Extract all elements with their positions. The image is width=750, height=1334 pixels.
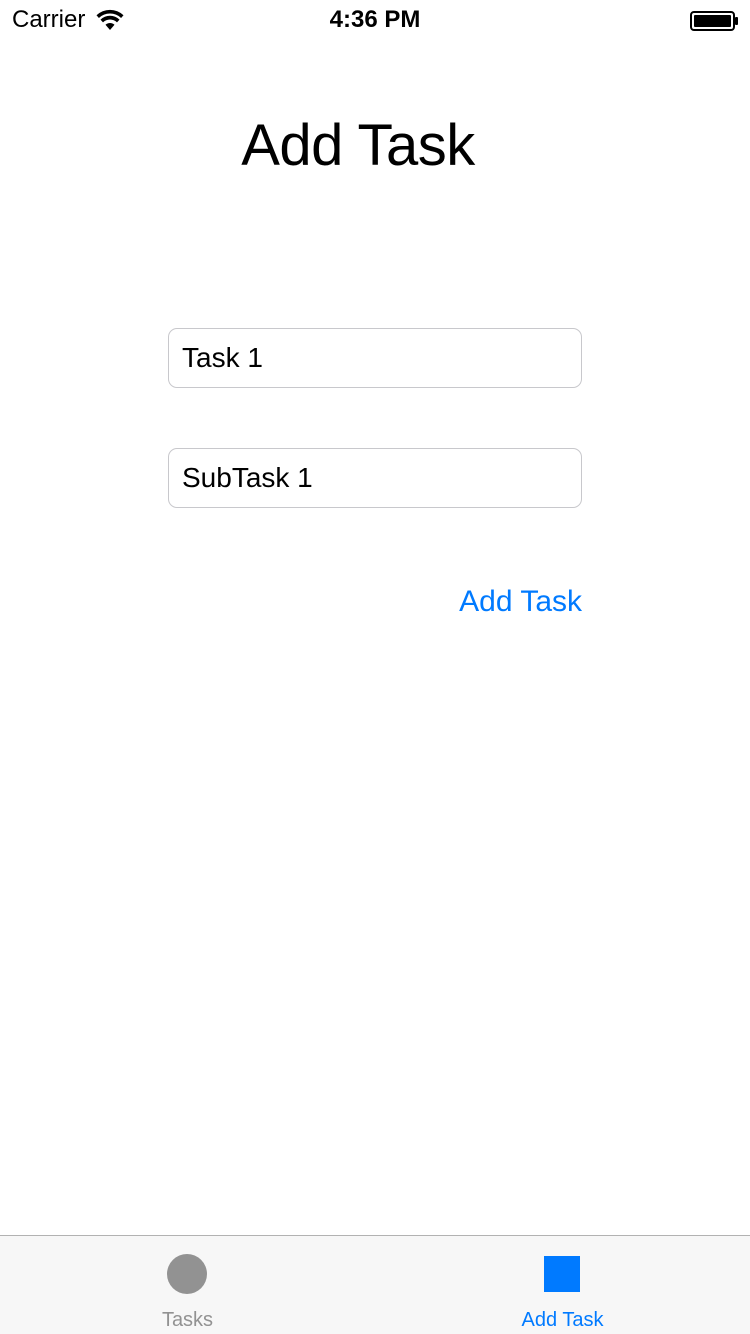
tab-label-tasks: Tasks — [161, 1309, 214, 1331]
add-task-button[interactable]: Add Task — [440, 580, 582, 624]
status-time: 4:36 PM — [329, 6, 421, 33]
page-title: Add Task — [241, 113, 475, 178]
status-bar: Carrier 4:36 PM — [0, 0, 750, 40]
subtask-name-field[interactable] — [168, 448, 582, 508]
tab-label-add-task: Add Task — [521, 1309, 604, 1331]
battery-icon — [690, 11, 740, 31]
square-icon — [544, 1256, 580, 1292]
tab-tasks[interactable]: Tasks — [0, 1236, 375, 1334]
task-name-field[interactable] — [168, 328, 582, 388]
tab-bar: Tasks Add Task — [0, 1235, 750, 1334]
tab-add-task[interactable]: Add Task — [375, 1236, 750, 1334]
circle-icon — [167, 1254, 207, 1294]
